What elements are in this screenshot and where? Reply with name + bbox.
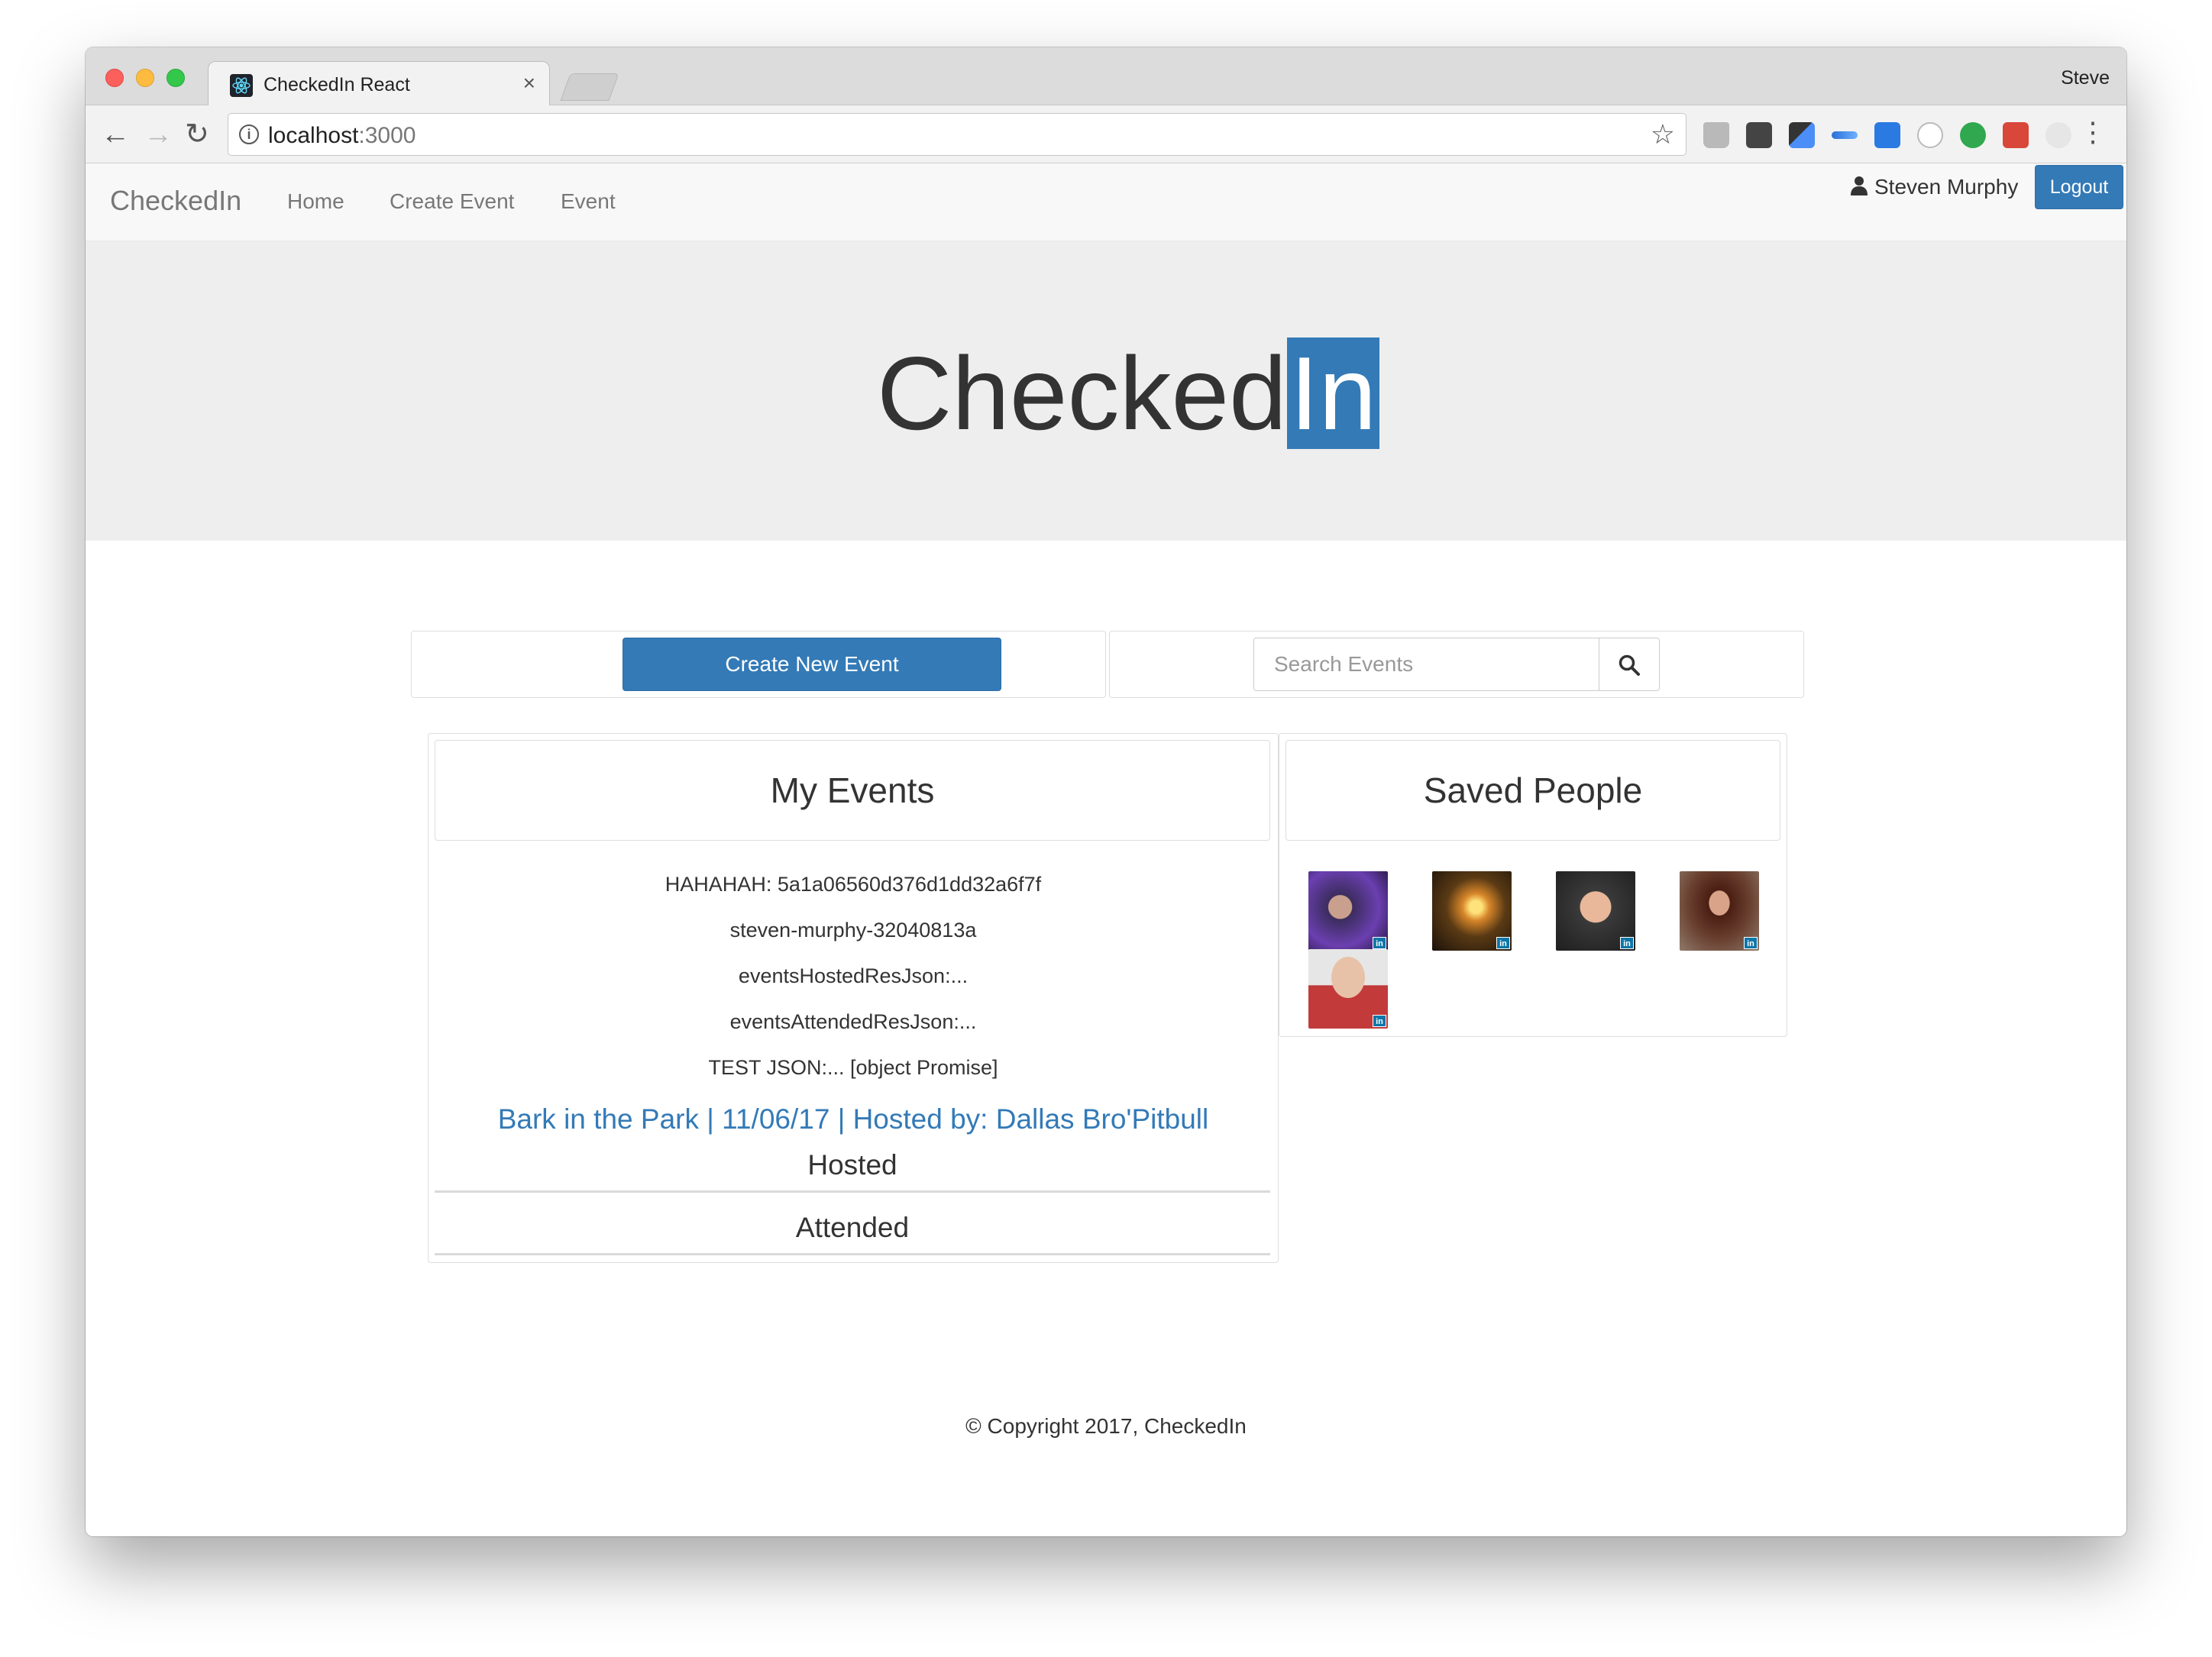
browser-window: CheckedIn React × Steve ← → ↻ i localhos… [86, 47, 2126, 1536]
drive-icon[interactable] [1703, 122, 1729, 148]
reload-icon[interactable]: ↻ [185, 118, 209, 151]
skype-icon[interactable] [1874, 122, 1900, 148]
event-link[interactable]: Bark in the Park | 11/06/17 | Hosted by:… [428, 1103, 1278, 1135]
linkedin-icon: in [1373, 1015, 1386, 1027]
logo-text: Checked [877, 335, 1287, 451]
hosted-heading: Hosted [807, 1149, 897, 1181]
user-icon [1850, 176, 1868, 195]
browser-tab[interactable]: CheckedIn React × [208, 61, 550, 107]
url-host: localhost [268, 123, 359, 148]
event-debug-line: steven-murphy-32040813a [729, 919, 977, 942]
avatar[interactable]: in [1680, 871, 1759, 951]
linkedin-icon: in [1620, 937, 1634, 949]
maximize-window-button[interactable] [167, 69, 185, 87]
react-icon [230, 74, 253, 97]
my-events-title: My Events [435, 740, 1270, 841]
ghostery-icon[interactable] [1746, 122, 1772, 148]
nav-link-event[interactable]: Event [561, 189, 616, 214]
logout-button[interactable]: Logout [2035, 165, 2123, 209]
navbar-brand[interactable]: CheckedIn [110, 185, 241, 217]
url-text[interactable]: localhost:3000 [268, 123, 416, 149]
logo-highlight: In [1286, 338, 1380, 449]
attended-heading: Attended [795, 1212, 910, 1243]
profile-name[interactable]: Steve [2061, 67, 2110, 89]
event-debug-line: eventsHostedResJson:... [738, 964, 969, 987]
back-icon[interactable]: ← [101, 118, 130, 151]
avatar[interactable]: in [1308, 949, 1388, 1029]
nav-link-create-event[interactable]: Create Event [390, 189, 514, 214]
divider [435, 1190, 1270, 1193]
browser-toolbar: ← → ↻ i localhost:3000 ☆ ⋮ [86, 105, 2126, 163]
search-icon [1619, 654, 1640, 676]
tab-title: CheckedIn React [264, 74, 410, 95]
event-debug-line: eventsAttendedResJson:... [729, 1010, 977, 1033]
search-events-input[interactable] [1253, 638, 1600, 691]
linkedin-icon: in [1373, 937, 1386, 949]
close-window-button[interactable] [105, 69, 124, 87]
new-tab-button[interactable] [560, 73, 619, 101]
dropper-icon[interactable] [1789, 122, 1815, 148]
linkedin-icon: in [1744, 937, 1758, 949]
circle-icon[interactable] [1917, 122, 1943, 148]
saved-people-title: Saved People [1285, 740, 1780, 841]
linkedin-icon: in [1496, 937, 1510, 949]
title-bar: CheckedIn React × Steve [86, 47, 2126, 107]
bookmark-star-icon[interactable]: ☆ [1651, 118, 1675, 150]
create-new-event-button[interactable]: Create New Event [623, 638, 1001, 691]
user-menu[interactable]: Steven Murphy [1850, 174, 2018, 199]
event-debug-line: HAHAHAH: 5a1a06560d376d1dd32a6f7f [665, 873, 1042, 896]
tab-close-icon[interactable]: × [523, 71, 535, 95]
nav-link-home[interactable]: Home [287, 189, 344, 214]
footer-copyright: © Copyright 2017, CheckedIn [965, 1414, 1247, 1438]
menu-icon[interactable]: ⋮ [2079, 116, 2107, 148]
arrows-icon[interactable] [1832, 131, 1858, 139]
user-name: Steven Murphy [1874, 175, 2019, 199]
search-ext-icon[interactable] [1960, 122, 1986, 148]
avatar[interactable]: in [1432, 871, 1512, 951]
my-events-panel: My Events HAHAHAH: 5a1a06560d376d1dd32a6… [428, 733, 1279, 1263]
gear-ext-icon[interactable] [2045, 122, 2071, 148]
app-viewport: CheckedIn Home Create Event Event Steven… [86, 163, 2126, 1536]
avatar[interactable]: in [1308, 871, 1388, 951]
checkedin-logo: CheckedIn [877, 335, 1380, 451]
navbar: CheckedIn Home Create Event Event Steven… [86, 163, 2126, 241]
create-event-well: Create New Event [411, 631, 1106, 698]
hero-banner: CheckedIn [86, 241, 2126, 541]
minimize-window-button[interactable] [136, 69, 154, 87]
red-ext-icon[interactable] [2003, 122, 2029, 148]
divider [435, 1253, 1270, 1255]
saved-people-panel: Saved People in in in in in [1279, 733, 1787, 1037]
search-button[interactable] [1599, 638, 1660, 691]
url-port: :3000 [358, 123, 416, 148]
search-well [1109, 631, 1804, 698]
info-icon[interactable]: i [239, 124, 259, 144]
avatar[interactable]: in [1556, 871, 1635, 951]
forward-icon[interactable]: → [144, 118, 173, 151]
address-bar[interactable]: i localhost:3000 ☆ [228, 113, 1686, 156]
event-debug-line: TEST JSON:... [object Promise] [708, 1056, 998, 1079]
